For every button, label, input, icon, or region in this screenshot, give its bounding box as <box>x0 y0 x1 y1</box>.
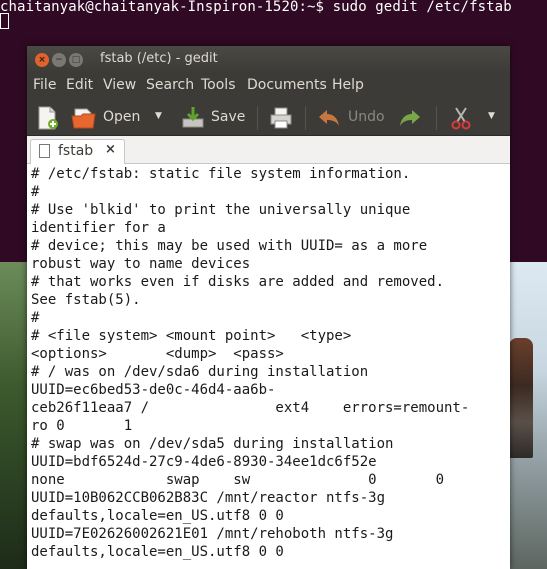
editor-line: <options> <dump> <pass> <box>31 346 284 362</box>
print-icon[interactable] <box>269 106 293 130</box>
editor-line: defaults,locale=en_US.utf8 0 0 <box>31 508 284 524</box>
close-window-button[interactable]: × <box>35 53 49 67</box>
terminal-cursor <box>0 13 9 29</box>
open-button[interactable]: Open <box>103 109 140 125</box>
open-recent-dropdown-icon[interactable]: ▼ <box>155 111 162 121</box>
save-icon[interactable] <box>181 105 205 129</box>
gedit-window: × − □ fstab (/etc) - gedit File Edit Vie… <box>27 46 510 569</box>
editor-line: # <box>31 310 40 326</box>
toolbar-separator <box>436 106 437 130</box>
text-editor[interactable]: # /etc/fstab: static file system informa… <box>27 164 510 569</box>
editor-line: # /etc/fstab: static file system informa… <box>31 166 411 182</box>
menu-search[interactable]: Search <box>146 77 194 93</box>
menu-tools[interactable]: Tools <box>201 77 236 93</box>
undo-button[interactable]: Undo <box>348 109 385 125</box>
menu-bar: File Edit View Search Tools Documents He… <box>27 73 510 99</box>
toolbar-separator <box>305 106 306 130</box>
editor-line: # device; this may be used with UUID= as… <box>31 238 428 254</box>
open-file-icon[interactable] <box>71 106 97 130</box>
terminal-prompt-line: chaitanyak@chaitanyak-Inspiron-1520:~$ s… <box>0 0 512 15</box>
wallpaper-figure <box>509 338 533 458</box>
toolbar-separator <box>257 106 258 130</box>
window-title: fstab (/etc) - gedit <box>100 51 218 66</box>
editor-line: # that works even if disks are added and… <box>31 274 445 290</box>
menu-help[interactable]: Help <box>332 77 364 93</box>
editor-line: ro 0 1 <box>31 418 133 434</box>
editor-line: UUID=ec6bed53-de0c-46d4-aa6b- <box>31 382 276 398</box>
title-bar[interactable]: × − □ fstab (/etc) - gedit <box>27 46 510 73</box>
editor-line: robust way to name devices <box>31 256 251 272</box>
cut-icon[interactable] <box>450 106 472 130</box>
save-button[interactable]: Save <box>211 109 245 125</box>
editor-line: none swap sw 0 0 <box>31 472 445 488</box>
maximize-window-button[interactable]: □ <box>69 53 83 67</box>
editor-line: # swap was on /dev/sda5 during installat… <box>31 436 394 452</box>
editor-line: # <file system> <mount point> <type> <box>31 328 352 344</box>
menu-edit[interactable]: Edit <box>66 77 93 93</box>
editor-line: UUID=7E02626002621E01 /mnt/rehoboth ntfs… <box>31 526 394 542</box>
minimize-window-button[interactable]: − <box>52 53 66 67</box>
redo-icon[interactable] <box>398 108 422 128</box>
tab-label: fstab <box>58 143 94 159</box>
editor-line: ceb26f11eaa7 / ext4 errors=remount- <box>31 400 470 416</box>
tab-fstab[interactable]: fstab × <box>30 139 125 164</box>
menu-view[interactable]: View <box>103 77 136 93</box>
wallpaper-cliff <box>0 262 30 569</box>
editor-line: identifier for a <box>31 220 166 236</box>
menu-documents[interactable]: Documents <box>247 77 327 93</box>
more-tools-dropdown-icon[interactable]: ▼ <box>488 111 495 121</box>
undo-icon[interactable] <box>317 108 341 128</box>
document-icon <box>39 144 50 158</box>
new-document-icon[interactable] <box>37 106 59 130</box>
editor-line: defaults,locale=en_US.utf8 0 0 <box>31 544 284 560</box>
editor-line: See fstab(5). <box>31 292 141 308</box>
menu-file[interactable]: File <box>33 77 56 93</box>
editor-line: UUID=10B062CCB062B83C /mnt/reactor ntfs-… <box>31 490 386 506</box>
editor-line: UUID=bdf6524d-27c9-4de6-8930-34ee1dc6f52… <box>31 454 377 470</box>
editor-line: # <box>31 184 40 200</box>
document-tab-bar: fstab × <box>27 136 510 164</box>
toolbar: Open ▼ Save Undo ▼ <box>27 99 510 136</box>
editor-line: # Use 'blkid' to print the universally u… <box>31 202 411 218</box>
close-tab-icon[interactable]: × <box>105 142 116 157</box>
editor-line: # / was on /dev/sda6 during installation <box>31 364 369 380</box>
